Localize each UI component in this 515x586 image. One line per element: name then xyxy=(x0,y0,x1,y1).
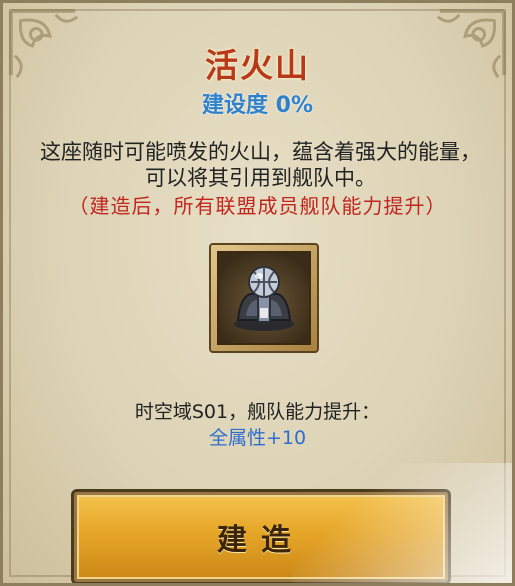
building-panel: 活火山 建设度 0% 这座随时可能喷发的火山，蕴含着强大的能量，可以将其引用到舰… xyxy=(0,0,515,586)
building-title: 活火山 xyxy=(205,46,310,85)
bonus-note: （建造后，所有联盟成员舰队能力提升） xyxy=(68,194,447,218)
effect-attribute: 全属性+10 xyxy=(208,427,307,449)
building-icon-frame xyxy=(209,243,319,353)
construction-progress: 建设度 0% xyxy=(201,93,313,118)
building-description: 这座随时可能喷发的火山，蕴含着强大的能量，可以将其引用到舰队中。 xyxy=(40,140,481,190)
build-button[interactable]: 建造 xyxy=(71,489,451,583)
build-button-label: 建造 xyxy=(217,523,305,558)
volcano-tower-icon xyxy=(234,266,294,331)
effect-location: 时空域S01，舰队能力提升： xyxy=(134,401,381,423)
